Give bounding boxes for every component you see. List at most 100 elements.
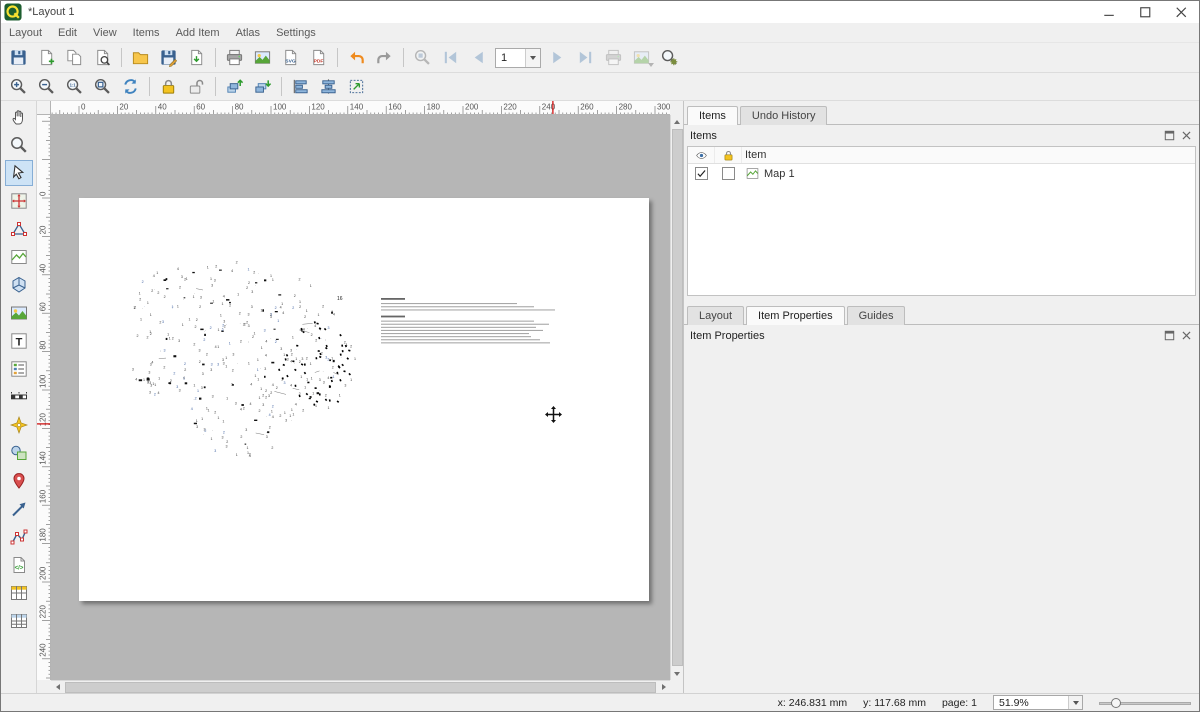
add-label-tool-button[interactable]: T xyxy=(5,328,33,354)
add-3d-map-tool-button[interactable] xyxy=(5,272,33,298)
redo-button[interactable] xyxy=(371,45,398,70)
menu-settings[interactable]: Settings xyxy=(268,24,324,42)
tab-item-properties[interactable]: Item Properties xyxy=(746,306,845,325)
add-north-arrow-tool-button[interactable] xyxy=(5,412,33,438)
atlas-page-dropdown[interactable] xyxy=(525,49,540,67)
first-feature-button[interactable] xyxy=(437,45,464,70)
next-feature-button[interactable] xyxy=(544,45,571,70)
add-shape-tool-button[interactable] xyxy=(5,440,33,466)
item-label: Map 1 xyxy=(764,168,795,180)
load-template-button[interactable] xyxy=(127,45,154,70)
layout-view[interactable]: 131132.1212241.4432422222.221.32.3214413… xyxy=(51,115,670,680)
add-map-tool-button[interactable] xyxy=(5,244,33,270)
lower-items-button[interactable] xyxy=(249,74,276,99)
svg-text:1: 1 xyxy=(331,357,333,361)
zoom-slider-handle[interactable] xyxy=(1111,698,1121,708)
undo-button[interactable] xyxy=(343,45,370,70)
svg-text:260: 260 xyxy=(580,103,594,112)
layout-page[interactable]: 131132.1212241.4432422222.221.32.3214413… xyxy=(79,198,649,601)
add-arrow-tool-button[interactable] xyxy=(5,496,33,522)
add-fixed-table-tool-button[interactable] xyxy=(5,608,33,634)
zoom-actual-button[interactable]: 1:1 xyxy=(61,74,88,99)
menu-edit[interactable]: Edit xyxy=(50,24,85,42)
svg-text:3: 3 xyxy=(222,435,224,439)
export-atlas-button[interactable] xyxy=(628,45,655,70)
scroll-left-button[interactable] xyxy=(51,681,64,694)
add-marker-tool-button[interactable] xyxy=(5,468,33,494)
previous-feature-button[interactable] xyxy=(465,45,492,70)
minimize-button[interactable] xyxy=(1091,1,1127,23)
pan-tool-button[interactable] xyxy=(5,104,33,130)
scroll-down-button[interactable] xyxy=(671,667,684,680)
menu-items[interactable]: Items xyxy=(125,24,168,42)
lock-checkbox[interactable] xyxy=(722,167,735,180)
atlas-page-combo[interactable]: 1 xyxy=(495,48,541,68)
menu-layout[interactable]: Layout xyxy=(1,24,50,42)
zoom-in-button[interactable] xyxy=(5,74,32,99)
items-panel-header: Items xyxy=(684,125,1199,145)
refresh-button[interactable] xyxy=(117,74,144,99)
export-pdf-button[interactable]: PDF xyxy=(305,45,332,70)
tab-guides[interactable]: Guides xyxy=(847,306,906,325)
last-feature-button[interactable] xyxy=(572,45,599,70)
add-legend-tool-button[interactable] xyxy=(5,356,33,382)
item-row-map1[interactable]: Map 1 xyxy=(688,164,1195,183)
zoom-combo-dropdown[interactable] xyxy=(1068,696,1082,709)
float-panel-icon[interactable] xyxy=(1163,129,1176,142)
add-html-tool-button[interactable]: </> xyxy=(5,552,33,578)
menu-atlas[interactable]: Atlas xyxy=(228,24,268,42)
horizontal-scrollbar[interactable] xyxy=(51,680,670,693)
print-button[interactable] xyxy=(221,45,248,70)
zoom-level-combo[interactable]: 51.9% xyxy=(993,695,1083,710)
maximize-button[interactable] xyxy=(1127,1,1163,23)
tab-items[interactable]: Items xyxy=(687,106,738,125)
svg-text:2: 2 xyxy=(195,397,197,401)
tab-layout[interactable]: Layout xyxy=(687,306,744,325)
scroll-up-button[interactable] xyxy=(671,115,684,128)
menu-add-item[interactable]: Add Item xyxy=(168,24,228,42)
export-image-button[interactable] xyxy=(249,45,276,70)
add-node-item-tool-button[interactable] xyxy=(5,524,33,550)
close-properties-icon[interactable] xyxy=(1180,329,1193,342)
unlock-all-button[interactable] xyxy=(183,74,210,99)
add-picture-tool-button[interactable] xyxy=(5,300,33,326)
float-properties-icon[interactable] xyxy=(1163,329,1176,342)
horizontal-scrollbar-thumb[interactable] xyxy=(65,682,656,693)
layout-manager-button[interactable] xyxy=(89,45,116,70)
distribute-items-button[interactable] xyxy=(315,74,342,99)
lock-selected-items-button[interactable] xyxy=(155,74,182,99)
zoom-slider[interactable] xyxy=(1099,696,1191,710)
zoom-out-button[interactable] xyxy=(33,74,60,99)
svg-text:.: . xyxy=(319,388,320,392)
tab-undo-history[interactable]: Undo History xyxy=(740,106,828,125)
atlas-settings-button[interactable] xyxy=(656,45,683,70)
add-attribute-table-tool-button[interactable] xyxy=(5,580,33,606)
zoom-full-button[interactable] xyxy=(89,74,116,99)
resize-items-button[interactable] xyxy=(343,74,370,99)
svg-text:.: . xyxy=(248,340,249,344)
edit-nodes-item-tool-button[interactable] xyxy=(5,216,33,242)
close-panel-icon[interactable] xyxy=(1180,129,1193,142)
scroll-right-button[interactable] xyxy=(657,681,670,694)
select-move-item-tool-button[interactable] xyxy=(5,160,33,186)
print-atlas-button[interactable] xyxy=(600,45,627,70)
vertical-scrollbar-thumb[interactable] xyxy=(672,129,683,666)
duplicate-layout-button[interactable] xyxy=(61,45,88,70)
visibility-checkbox[interactable] xyxy=(695,167,708,180)
add-scalebar-tool-button[interactable] xyxy=(5,384,33,410)
close-button[interactable] xyxy=(1163,1,1199,23)
menu-view[interactable]: View xyxy=(85,24,125,42)
add-items-from-template-button[interactable] xyxy=(183,45,210,70)
vertical-scrollbar[interactable] xyxy=(670,115,683,680)
item-toolbox: T </> xyxy=(1,101,37,693)
new-layout-button[interactable] xyxy=(33,45,60,70)
save-as-template-button[interactable] xyxy=(155,45,182,70)
titlebar[interactable]: *Layout 1 xyxy=(1,1,1199,23)
export-svg-button[interactable]: SVG xyxy=(277,45,304,70)
align-items-button[interactable] xyxy=(287,74,314,99)
save-project-button[interactable] xyxy=(5,45,32,70)
zoom-tool-button[interactable] xyxy=(5,132,33,158)
preview-atlas-button[interactable] xyxy=(409,45,436,70)
move-item-content-tool-button[interactable] xyxy=(5,188,33,214)
raise-items-button[interactable] xyxy=(221,74,248,99)
